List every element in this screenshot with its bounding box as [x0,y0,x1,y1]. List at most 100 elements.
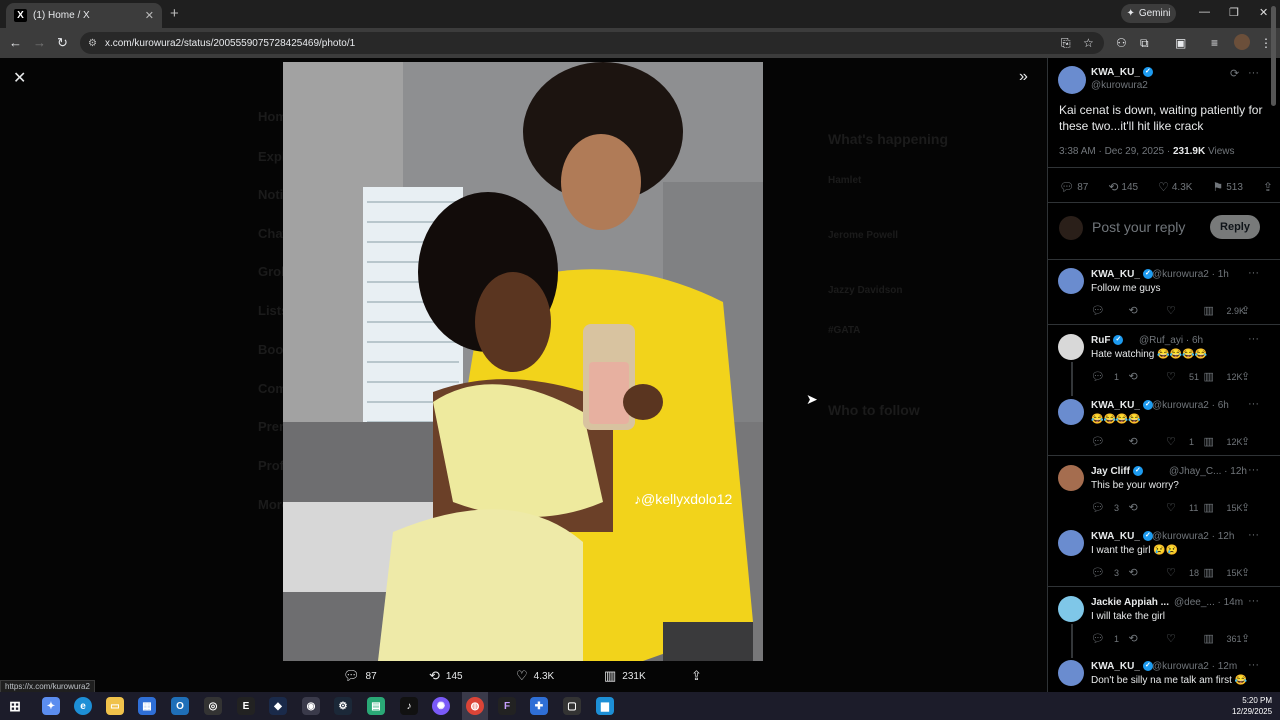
comment-author[interactable]: Jay Cliff ✓ [1091,466,1143,477]
epic-games-icon[interactable]: E [237,697,255,715]
file-explorer-icon[interactable]: ▭ [106,697,124,715]
app-icon[interactable]: ▤ [367,697,385,715]
gemini-button[interactable]: ✦ Gemini [1121,4,1176,23]
comment-share-button[interactable]: ⇪ [1241,501,1261,514]
comment-views-button[interactable]: ▥ 12K [1204,370,1243,383]
comment-like-button[interactable]: ♡ 1 [1166,435,1204,448]
reply-button[interactable]: 💬︎ 87 [1059,180,1088,194]
steam-icon[interactable]: ⚙ [334,697,352,715]
more-options-icon[interactable]: ··· [1248,464,1259,476]
more-options-icon[interactable]: ··· [1248,529,1259,541]
chrome-icon[interactable]: ◍ [466,697,484,715]
comment-author[interactable]: RuF ✓ [1091,335,1124,346]
comment-avatar[interactable] [1058,660,1084,686]
more-options-icon[interactable]: ··· [1248,333,1259,345]
post-photo[interactable] [283,62,763,661]
comment-share-button[interactable]: ⇪ [1241,632,1261,645]
comment-reply-button[interactable]: 💬︎ 1 [1091,632,1129,645]
author-name[interactable]: KWA_KU_ ✓ [1091,67,1153,78]
sidebar-scrollbar[interactable] [1271,6,1276,106]
comment-repost-button[interactable]: ⟲ [1129,501,1167,514]
comment-reply-button[interactable]: 💬︎ 1 [1091,370,1129,383]
comment-avatar[interactable] [1058,399,1084,425]
repost-button[interactable]: ⟲ 145 [1108,180,1138,194]
windows-start-icon[interactable]: ⊞ [6,697,24,715]
reply-submit-button[interactable]: Reply [1210,215,1260,239]
browser-tab[interactable]: X (1) Home / X ✕ [6,3,162,28]
comment-handle[interactable]: @kurowura2 · 12m [1152,661,1237,672]
comment-like-button[interactable]: ♡ [1166,632,1204,645]
comment-handle[interactable]: @kurowura2 · 12h [1152,531,1234,542]
outlook-icon[interactable]: O [171,697,189,715]
comment-share-button[interactable]: ⇪ [1241,370,1261,383]
extension-icon[interactable]: ⚇ [1116,36,1127,50]
app-icon[interactable]: ◆ [269,697,287,715]
more-options-icon[interactable]: ··· [1248,595,1259,607]
comment-views-button[interactable]: ▥ 15K [1204,566,1243,579]
comment-avatar[interactable] [1058,530,1084,556]
app-icon[interactable]: ◉ [302,697,320,715]
more-options-icon[interactable]: ··· [1248,267,1259,279]
extensions-puzzle-icon[interactable]: ⧉ [1140,36,1149,51]
comment-share-button[interactable]: ⇪ [1241,304,1261,317]
share-button[interactable]: ⇪ [1263,180,1273,194]
minimize-icon[interactable]: — [1199,6,1210,18]
comment-repost-button[interactable]: ⟲ [1129,370,1167,383]
app-icon[interactable]: ✚ [530,697,548,715]
app-icon[interactable]: ▢ [563,697,581,715]
comment-reply-button[interactable]: 💬︎ [1091,304,1129,317]
forward-arrow-icon[interactable]: → [33,35,46,50]
photo-reply-button[interactable]: 💬︎ 87 [343,668,377,684]
comment-share-button[interactable]: ⇪ [1241,435,1261,448]
taskbar-clock[interactable]: 5:20 PM 12/29/2025 [1232,695,1272,717]
window-close-icon[interactable]: ✕ [1259,6,1268,19]
app-icon[interactable]: ✺ [432,697,450,715]
store-icon[interactable]: ▦ [138,697,156,715]
comment-views-button[interactable]: ▥ 12K [1204,435,1243,448]
more-options-icon[interactable]: ··· [1248,67,1259,79]
comment-handle[interactable]: @kurowura2 · 1h [1152,269,1229,280]
more-options-icon[interactable]: ··· [1248,659,1259,671]
bookmark-star-icon[interactable]: ☆ [1083,36,1094,50]
back-arrow-icon[interactable]: ← [9,35,22,50]
new-tab-icon[interactable]: + [170,5,179,22]
tiktok-icon[interactable]: ♪ [400,697,418,715]
comment-avatar[interactable] [1058,334,1084,360]
copilot-icon[interactable]: ✦ [42,697,60,715]
comment-author[interactable]: Jackie Appiah ... [1091,597,1169,608]
comment-author[interactable]: KWA_KU_ ✓ [1091,531,1153,542]
photo-share-button[interactable]: ⇪ [691,668,702,684]
author-avatar[interactable] [1058,66,1086,94]
comment-author[interactable]: KWA_KU_ ✓ [1091,661,1153,672]
photo-like-button[interactable]: ♡ 4.3K [516,668,554,684]
close-tab-icon[interactable]: ✕ [145,9,154,22]
profile-avatar[interactable] [1234,34,1250,50]
address-bar[interactable]: ⚙ x.com/kurowura2/status/200555907572842… [80,32,1104,54]
close-viewer-icon[interactable]: ✕ [13,68,26,88]
like-button[interactable]: ♡ 4.3K [1158,180,1192,194]
comment-reply-button[interactable]: 💬︎ 3 [1091,566,1129,579]
comment-handle[interactable]: @Ruf_ayi · 6h [1139,335,1203,346]
reload-icon[interactable]: ↻ [57,35,68,51]
comment-reply-button[interactable]: 💬︎ 3 [1091,501,1129,514]
comment-views-button[interactable]: ▥ 2.9K [1204,304,1246,317]
restore-icon[interactable]: ❐ [1229,6,1239,19]
comment-handle[interactable]: @dee_... · 14m [1174,597,1243,608]
comment-repost-button[interactable]: ⟲ [1129,566,1167,579]
comment-repost-button[interactable]: ⟲ [1129,435,1167,448]
split-view-icon[interactable]: ▣ [1175,36,1186,50]
comment-repost-button[interactable]: ⟲ [1129,632,1167,645]
comment-author[interactable]: KWA_KU_ ✓ [1091,400,1153,411]
app-icon[interactable]: ◎ [204,697,222,715]
comment-handle[interactable]: @kurowura2 · 6h [1152,400,1229,411]
photo-views-button[interactable]: ▥ 231K [604,668,646,684]
comment-avatar[interactable] [1058,268,1084,294]
media-controls-icon[interactable]: ≡ [1211,36,1218,50]
comment-views-button[interactable]: ▥ 361 [1204,632,1242,645]
author-handle[interactable]: @kurowura2 [1091,80,1148,91]
grok-icon[interactable]: ⟳ [1230,67,1239,80]
bookmark-button[interactable]: ⚑ 513 [1212,180,1242,194]
comment-views-button[interactable]: ▥ 15K [1204,501,1243,514]
comment-reply-button[interactable]: 💬︎ [1091,435,1129,448]
edge-icon[interactable]: e [74,697,92,715]
